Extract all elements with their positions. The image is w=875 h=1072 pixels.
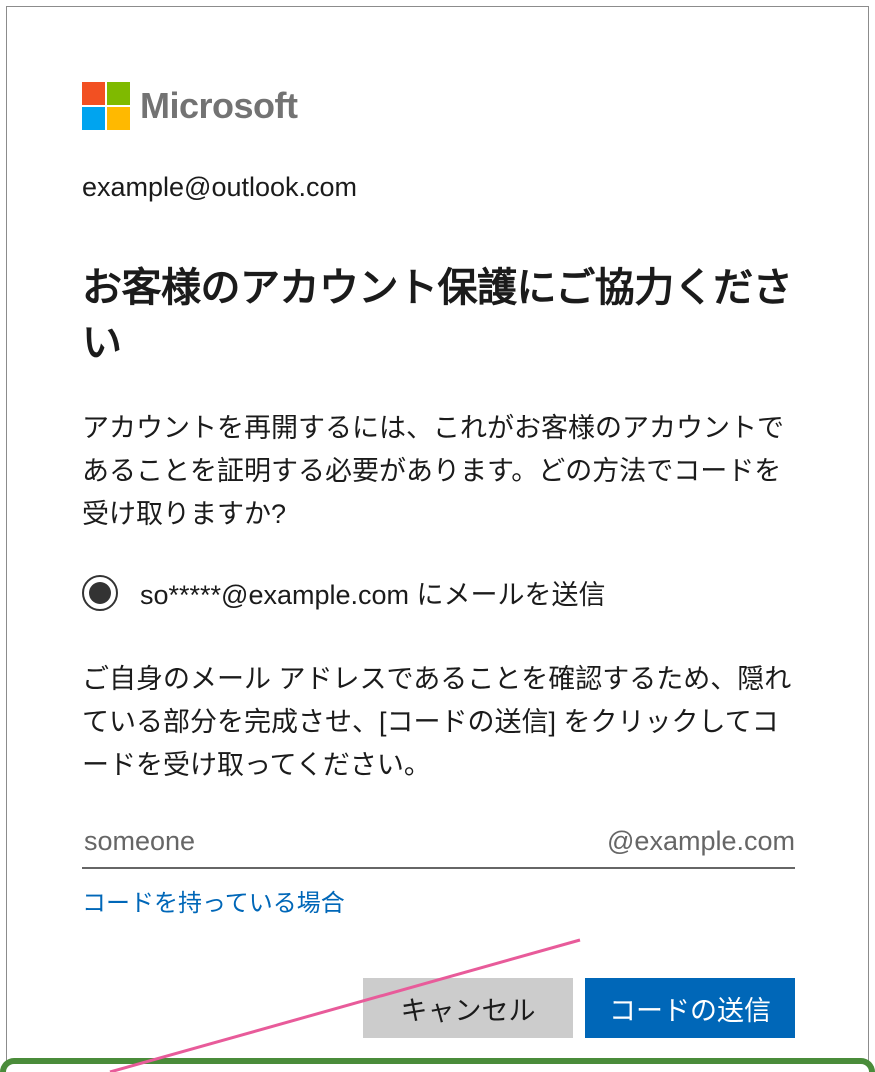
email-domain-suffix: @example.com bbox=[607, 826, 795, 857]
radio-selected-icon bbox=[82, 575, 118, 611]
description-text: アカウントを再開するには、これがお客様のアカウントであることを証明する必要があり… bbox=[82, 407, 795, 535]
page-title: お客様のアカウント保護にご協力ください bbox=[82, 261, 795, 371]
have-code-link[interactable]: コードを持っている場合 bbox=[82, 883, 345, 918]
brand-header: Microsoft bbox=[82, 82, 795, 130]
verification-option-radio[interactable]: so*****@example.com にメールを送信 bbox=[82, 573, 795, 612]
email-input-row: @example.com bbox=[82, 822, 795, 869]
send-code-button[interactable]: コードの送信 bbox=[585, 978, 795, 1038]
button-row: キャンセル コードの送信 bbox=[82, 978, 795, 1038]
brand-name: Microsoft bbox=[140, 85, 298, 127]
cancel-button[interactable]: キャンセル bbox=[363, 978, 573, 1038]
email-local-part-input[interactable] bbox=[82, 822, 607, 861]
microsoft-logo-icon bbox=[82, 82, 130, 130]
account-email: example@outlook.com bbox=[82, 172, 795, 203]
bottom-tab-decoration bbox=[0, 1058, 875, 1072]
instruction-text: ご自身のメール アドレスであることを確認するため、隠れている部分を完成させ、[コ… bbox=[82, 658, 795, 786]
radio-label: so*****@example.com にメールを送信 bbox=[140, 573, 606, 612]
